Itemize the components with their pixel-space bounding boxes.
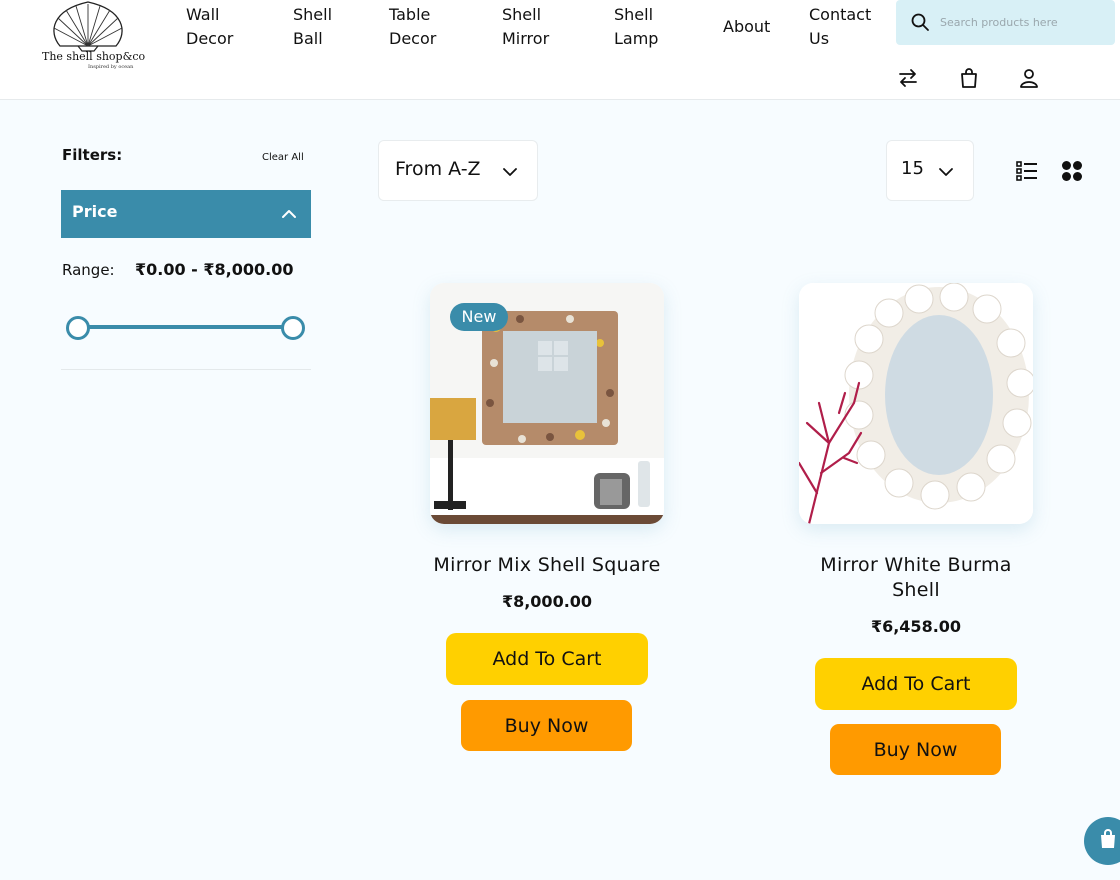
sort-dropdown[interactable]: From A-Z	[378, 140, 538, 201]
chevron-down-icon	[503, 168, 517, 176]
search-icon[interactable]	[910, 12, 930, 32]
price-filter-label: Price	[72, 202, 118, 221]
nav-shell-mirror[interactable]: Shell Mirror	[502, 3, 549, 51]
new-badge: New	[450, 303, 508, 331]
chevron-down-icon	[939, 168, 953, 176]
sort-value: From A-Z	[395, 158, 481, 180]
chevron-up-icon	[282, 210, 296, 218]
product-image-mirror-white-burma-shell[interactable]	[799, 283, 1033, 524]
list-view-icon[interactable]	[1015, 159, 1039, 183]
floating-cart-button[interactable]	[1084, 817, 1120, 865]
range-value: ₹0.00 - ₹8,000.00	[135, 260, 294, 279]
sidebar-divider	[61, 369, 311, 370]
product-image-mirror-mix-shell-square[interactable]: New	[430, 283, 664, 524]
site-header: The shell shop&co Inspired by ocean Wall…	[0, 0, 1120, 100]
user-icon[interactable]	[1017, 66, 1041, 90]
add-to-cart-button[interactable]: Add To Cart	[815, 658, 1017, 710]
price-range-track[interactable]	[78, 325, 293, 329]
nav-shell-ball[interactable]: Shell Ball	[293, 3, 332, 51]
nav-shell-lamp[interactable]: Shell Lamp	[614, 3, 658, 51]
product-photo	[799, 283, 1033, 524]
product-name[interactable]: Mirror Mix Shell Square	[420, 553, 674, 578]
grid-view-icon[interactable]	[1060, 159, 1084, 183]
price-min-handle[interactable]	[66, 316, 90, 340]
product-price: ₹6,458.00	[870, 617, 962, 636]
buy-now-button[interactable]: Buy Now	[461, 700, 632, 751]
compare-arrows-icon[interactable]	[896, 66, 920, 90]
nav-table-decor[interactable]: Table Decor	[389, 3, 436, 51]
nav-about[interactable]: About	[723, 15, 770, 39]
add-to-cart-button[interactable]: Add To Cart	[446, 633, 648, 685]
brand-name: The shell shop&co	[42, 50, 146, 63]
shopping-bag-icon[interactable]	[957, 66, 981, 90]
shopping-bag-icon	[1101, 829, 1115, 848]
search-box	[896, 0, 1115, 45]
filters-title: Filters:	[62, 146, 123, 164]
per-page-value: 15	[901, 158, 924, 179]
buy-now-button[interactable]: Buy Now	[830, 724, 1001, 775]
nav-wall-decor[interactable]: Wall Decor	[186, 3, 233, 51]
nav-contact-us[interactable]: Contact Us	[809, 3, 871, 51]
per-page-dropdown[interactable]: 15	[886, 140, 974, 201]
scallop-shell-icon	[53, 1, 123, 52]
price-max-handle[interactable]	[281, 316, 305, 340]
range-label: Range:	[62, 261, 115, 279]
clear-all-link[interactable]: Clear All	[262, 152, 304, 163]
product-price: ₹8,000.00	[501, 592, 593, 611]
price-filter-toggle[interactable]: Price	[61, 190, 311, 238]
search-input[interactable]	[940, 12, 1105, 32]
product-name[interactable]: Mirror White Burma Shell	[789, 553, 1043, 603]
brand-tagline: Inspired by ocean	[88, 64, 134, 70]
